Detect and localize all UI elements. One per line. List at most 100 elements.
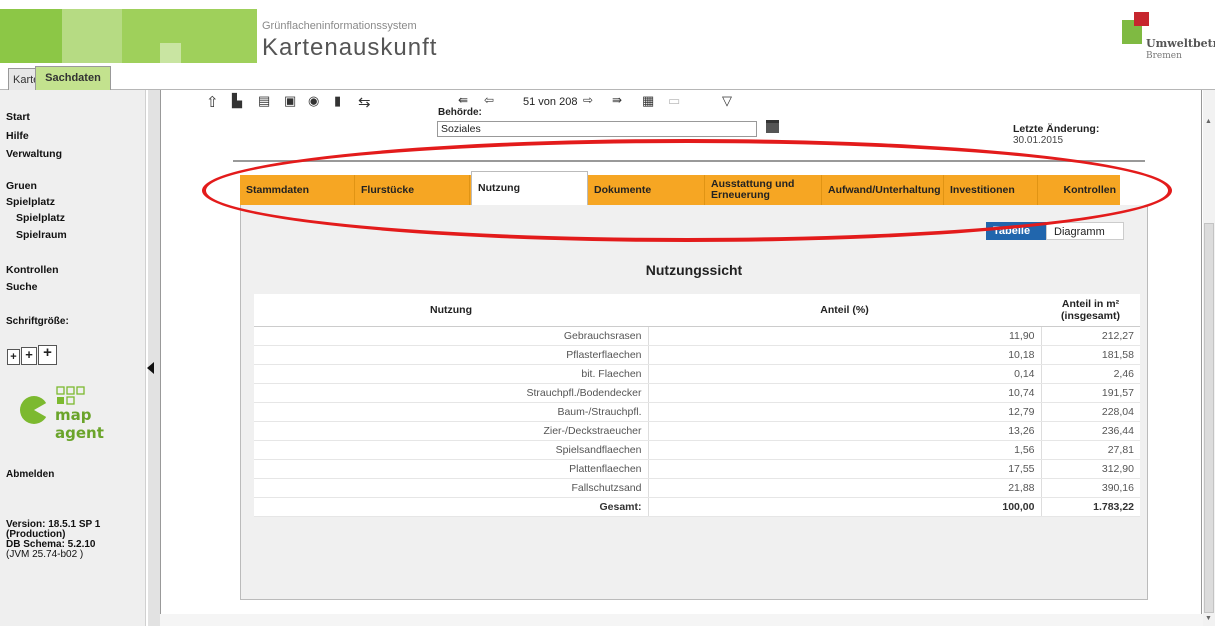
cell-nutzung: Spielsandflaechen	[254, 440, 649, 460]
header-banner-block	[62, 9, 122, 63]
sidebar-item-gruen[interactable]: Gruen	[6, 180, 37, 192]
cell-anteil-m2: 236,44	[1041, 421, 1140, 441]
grid-icon[interactable]: ▦	[642, 93, 654, 109]
app-title: Kartenauskunft	[262, 34, 438, 61]
version-info: Version: 18.5.1 SP 1 (Production) DB Sch…	[6, 520, 100, 560]
sidebar-item-start[interactable]: Start	[6, 111, 30, 123]
col-anteil-m2: Anteil in m² (insgesamt)	[1041, 294, 1140, 327]
filter-icon[interactable]: ▽	[722, 93, 732, 109]
cell-anteil-pct: 10,18	[648, 345, 1042, 365]
cell-anteil-m2: 191,57	[1041, 383, 1140, 403]
nutzung-table: Nutzung Anteil (%) Anteil in m² (insgesa…	[254, 294, 1140, 517]
table-row: Baum-/Strauchpfl. 12,79 228,04	[254, 402, 1140, 422]
scroll-down-icon[interactable]: ▼	[1205, 615, 1212, 622]
logout-link[interactable]: Abmelden	[6, 469, 54, 480]
cell-nutzung: Gebrauchsrasen	[254, 326, 649, 346]
up-icon[interactable]: ⇧	[206, 93, 219, 111]
cell-anteil-m2: 212,27	[1041, 326, 1140, 346]
cell-anteil-m2: 181,58	[1041, 345, 1140, 365]
cell-anteil-pct: 10,74	[648, 383, 1042, 403]
cell-nutzung: bit. Flaechen	[254, 364, 649, 384]
logo-subtext: Bremen	[1146, 51, 1182, 61]
cell-anteil-m2: 312,90	[1041, 459, 1140, 479]
col-anteil-pct: Anteil (%)	[648, 294, 1041, 327]
cell-nutzung: Baum-/Strauchpfl.	[254, 402, 649, 422]
cell-nutzung: Pflasterflaechen	[254, 345, 649, 365]
sidebar-item-suche[interactable]: Suche	[6, 281, 38, 293]
table-row: Zier-/Deckstraeucher 13,26 236,44	[254, 421, 1140, 441]
col-anteil-m2-line2: (insgesamt)	[1061, 309, 1120, 322]
version-line: (JVM 25.74-b02 )	[6, 549, 84, 560]
cell-anteil-pct: 13,26	[648, 421, 1042, 441]
sidebar-item-hilfe[interactable]: Hilfe	[6, 130, 29, 142]
logo-text: Umweltbetrie	[1146, 37, 1215, 50]
font-large-button[interactable]: +	[38, 345, 57, 365]
table-row: Pflasterflaechen 10,18 181,58	[254, 345, 1140, 365]
behoerde-field[interactable]: Soziales	[437, 121, 757, 137]
header-banner-block	[0, 9, 62, 63]
cell-anteil-m2: 390,16	[1041, 478, 1140, 498]
behoerde-label: Behörde:	[438, 107, 482, 118]
print-icon[interactable]: ▙	[232, 93, 242, 109]
table-total-row: Gesamt: 100,00 1.783,22	[254, 497, 1140, 517]
tab-sachdaten[interactable]: Sachdaten	[35, 66, 111, 91]
cell-nutzung: Fallschutzsand	[254, 478, 649, 498]
delete-icon[interactable]: ▮	[334, 93, 341, 109]
font-medium-button[interactable]: +	[21, 347, 37, 365]
cell-anteil-pct: 0,14	[648, 364, 1042, 384]
sidebar-item-spielplatz[interactable]: Spielplatz	[6, 196, 55, 208]
table-row: Spielsandflaechen 1,56 27,81	[254, 440, 1140, 460]
cell-anteil-m2: 2,46	[1041, 364, 1140, 384]
col-anteil-m2-line1: Anteil in m²	[1061, 297, 1120, 310]
top-tab-bar: Karte Sachdaten	[0, 63, 1215, 91]
font-small-button[interactable]: +	[7, 349, 20, 365]
table-row: bit. Flaechen 0,14 2,46	[254, 364, 1140, 384]
scrollbar-thumb[interactable]	[1204, 223, 1214, 613]
last-icon[interactable]: ⇛	[612, 93, 622, 107]
save-icon[interactable]: ▣	[284, 93, 296, 109]
diagram-view-button[interactable]: Diagramm	[1046, 222, 1124, 240]
col-nutzung: Nutzung	[254, 294, 648, 327]
table-row: Gebrauchsrasen 11,90 212,27	[254, 326, 1140, 346]
cell-anteil-pct: 21,88	[648, 478, 1042, 498]
cell-nutzung: Plattenflaechen	[254, 459, 649, 479]
record-icon[interactable]: ◉	[308, 93, 319, 109]
prev-icon[interactable]: ⇦	[484, 93, 494, 107]
table-row: Plattenflaechen 17,55 312,90	[254, 459, 1140, 479]
sidebar-item-spielplatz-sub[interactable]: Spielplatz	[16, 212, 65, 224]
export-icon[interactable]: ▭	[668, 93, 680, 109]
sidebar-item-spielraum[interactable]: Spielraum	[16, 229, 67, 241]
cell-anteil-m2: 228,04	[1041, 402, 1140, 422]
collapse-arrow-icon[interactable]	[147, 362, 154, 374]
header-banner-block	[160, 43, 181, 63]
next-icon[interactable]: ⇨	[583, 93, 593, 107]
sidebar-item-kontrollen[interactable]: Kontrollen	[6, 264, 59, 276]
last-change-value: 30.01.2015	[1013, 135, 1064, 146]
table-row: Strauchpfl./Bodendecker 10,74 191,57	[254, 383, 1140, 403]
last-change-label: Letzte Änderung:	[1013, 123, 1100, 135]
scroll-up-icon[interactable]: ▲	[1205, 118, 1212, 125]
cell-anteil-pct: 1,56	[648, 440, 1042, 460]
cell-total-m2: 1.783,22	[1041, 497, 1140, 517]
cell-nutzung: Strauchpfl./Bodendecker	[254, 383, 649, 403]
app-subtitle: Grünflacheninformationssystem	[262, 20, 417, 32]
cell-anteil-pct: 17,55	[648, 459, 1042, 479]
sidebar-item-verwaltung[interactable]: Verwaltung	[6, 148, 62, 160]
bottom-bar	[160, 614, 1203, 626]
umweltbetrieb-logo-mark	[1134, 12, 1149, 26]
calendar-icon[interactable]	[766, 120, 779, 133]
table-header-row: Nutzung Anteil (%) Anteil in m² (insgesa…	[254, 294, 1140, 327]
cell-total-label: Gesamt:	[254, 497, 649, 517]
sidebar-collapse-bar[interactable]	[148, 90, 160, 626]
folder-icon[interactable]: ▤	[258, 93, 270, 109]
first-icon[interactable]: ⇚	[458, 93, 468, 107]
cell-total-pct: 100,00	[648, 497, 1042, 517]
font-size-label: Schriftgröße:	[6, 316, 69, 327]
refresh-icon[interactable]: ⇆	[358, 93, 371, 111]
cell-anteil-m2: 27,81	[1041, 440, 1140, 460]
table-row: Fallschutzsand 21,88 390,16	[254, 478, 1140, 498]
mapagent-logo: map agent	[17, 385, 137, 442]
panel-title: Nutzungssicht	[645, 262, 743, 278]
cell-anteil-pct: 11,90	[648, 326, 1042, 346]
mapagent-text: map agent	[55, 406, 104, 442]
